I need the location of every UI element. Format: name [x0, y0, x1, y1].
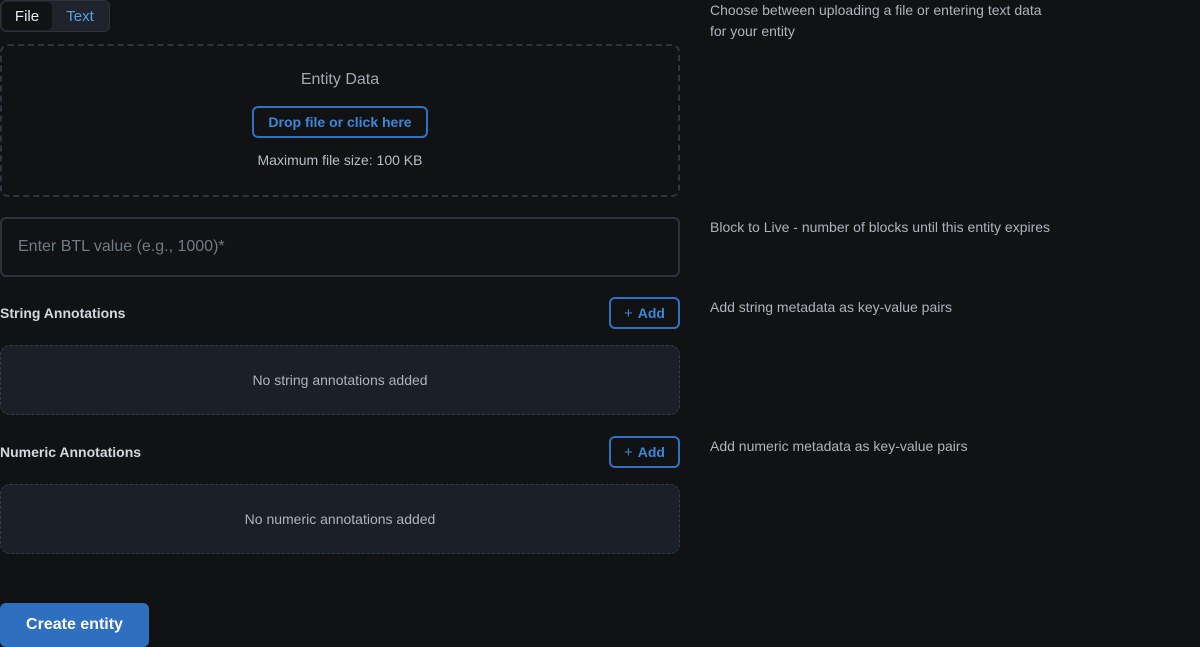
entity-data-title: Entity Data [300, 71, 380, 88]
create-entity-button[interactable]: Create entity [0, 603, 149, 647]
input-mode-tabs: File Text [0, 0, 110, 32]
numeric-annotations-title: Numeric Annotations [0, 444, 142, 460]
numeric-annotations-help: Add numeric metadata as key-value pairs [710, 438, 968, 454]
add-label: Add [637, 444, 665, 460]
string-annotations-empty-text: No string annotations added [252, 372, 428, 388]
add-numeric-annotation-button[interactable]: + Add [609, 436, 680, 468]
numeric-annotations-empty-text: No numeric annotations added [244, 511, 436, 527]
btl-input[interactable] [0, 217, 680, 277]
plus-icon: + [624, 304, 633, 322]
add-label: Add [637, 305, 665, 321]
upload-button[interactable]: Drop file or click here [252, 106, 428, 138]
max-file-size-label: Maximum file size: 100 KB [257, 152, 423, 168]
numeric-annotations-empty: No numeric annotations added [0, 484, 680, 554]
plus-icon: + [624, 443, 633, 461]
string-annotations-title: String Annotations [0, 305, 126, 321]
string-annotations-help: Add string metadata as key-value pairs [710, 299, 953, 315]
tab-text[interactable]: Text [52, 2, 108, 30]
add-string-annotation-button[interactable]: + Add [609, 297, 680, 329]
string-annotations-empty: No string annotations added [0, 345, 680, 415]
entity-data-help: Choose between uploading a file or enter… [710, 2, 1042, 39]
tab-file[interactable]: File [2, 2, 52, 30]
btl-help: Block to Live - number of blocks until t… [710, 219, 1051, 235]
